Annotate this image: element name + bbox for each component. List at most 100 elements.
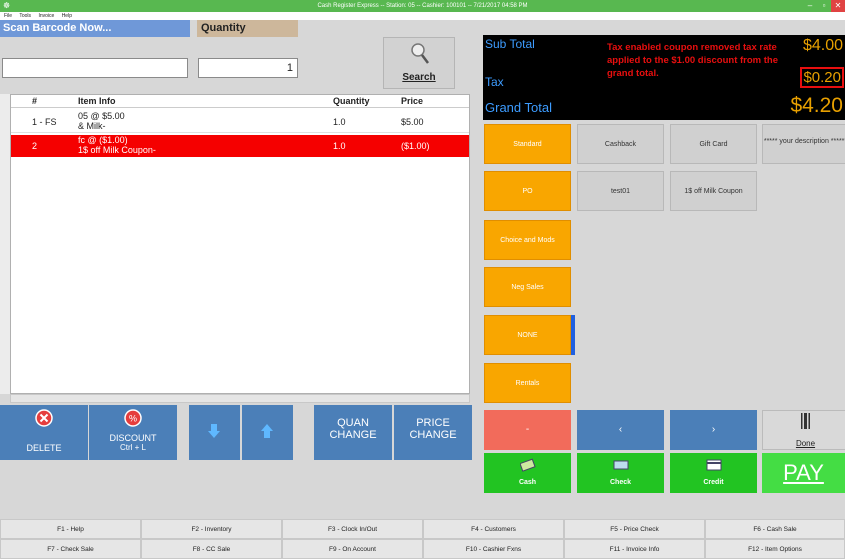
f2-inventory-button[interactable]: F2 - Inventory [141,519,282,539]
table-row[interactable]: 1 - FS 05 @ $5.00 & Milk- 1.0 $5.00 [11,111,469,133]
subtotal-label: Sub Total [485,37,535,51]
totals-display: Sub Total Tax Grand Total Tax enabled co… [483,35,845,120]
f9-on-account-button[interactable]: F9 - On Account [282,539,423,559]
pay-button[interactable]: PAY [762,453,845,493]
price-change-line1: PRICE [416,417,450,429]
f3-clock-button[interactable]: F3 - Clock In/Out [282,519,423,539]
cash-label: Cash [518,479,537,486]
percent-icon: % [124,409,142,427]
menu-file[interactable]: File [4,13,12,19]
category-none-button[interactable]: NONE [484,315,571,355]
item-grid[interactable]: # Item Info Quantity Price 1 - FS 05 @ $… [10,94,470,394]
col-header-quantity: Quantity [333,96,370,108]
row-quantity: 1.0 [333,117,346,127]
cash-icon [520,458,536,472]
delete-icon [35,409,53,427]
grand-total-label: Grand Total [485,100,552,115]
horizontal-scrollbar[interactable] [10,394,470,403]
svg-text:%: % [129,414,137,424]
app-icon: ☸ [3,1,11,10]
next-page-button[interactable]: › [670,410,757,450]
quantity-change-button[interactable]: QUAN CHANGE [314,405,392,460]
discount-shortcut: Ctrl + L [119,443,146,452]
function-key-bar: F1 - Help F2 - Inventory F3 - Clock In/O… [0,519,845,559]
check-label: Check [609,479,631,486]
price-change-button[interactable]: PRICE CHANGE [394,405,472,460]
col-header-item-info: Item Info [78,96,116,108]
f7-check-sale-button[interactable]: F7 - Check Sale [0,539,141,559]
row-item-line1: 05 @ $5.00 [78,111,125,121]
credit-label: Credit [703,479,724,486]
f12-item-options-button[interactable]: F12 - Item Options [705,539,845,559]
f1-help-button[interactable]: F1 - Help [0,519,141,539]
cash-button[interactable]: Cash [484,453,571,493]
row-number: 1 - FS [32,117,57,127]
col-header-price: Price [401,96,424,108]
f10-cashier-fxns-button[interactable]: F10 - Cashier Fxns [423,539,564,559]
delete-label: DELETE [26,443,62,453]
credit-button[interactable]: Credit [670,453,757,493]
coupon-tax-message: Tax enabled coupon removed tax rate appl… [607,42,779,79]
minimize-button[interactable]: – [803,0,817,12]
selected-category-indicator [571,315,575,355]
test01-button[interactable]: test01 [577,171,664,211]
scan-barcode-label: Scan Barcode Now... [0,20,190,37]
credit-card-icon [706,459,722,471]
milk-coupon-button[interactable]: 1$ off Milk Coupon [670,171,757,211]
menu-bar: File Tools Invoice Help [0,12,845,20]
remove-button[interactable]: - [484,410,571,450]
close-button[interactable]: ✕ [831,0,845,12]
discount-label: DISCOUNT [109,433,157,443]
quantity-label: Quantity [197,20,298,37]
row-item-line2: 1$ off Milk Coupon- [78,145,156,155]
row-price: ($1.00) [401,141,430,151]
category-po-button[interactable]: PO [484,171,571,211]
move-up-button[interactable] [242,405,293,460]
quan-change-line2: CHANGE [329,429,377,441]
tax-label: Tax [485,75,504,89]
category-neg-sales-button[interactable]: Neg Sales [484,267,571,307]
f8-cc-sale-button[interactable]: F8 - CC Sale [141,539,282,559]
check-icon [613,460,629,470]
check-button[interactable]: Check [577,453,664,493]
search-label: Search [402,72,436,83]
search-button[interactable]: Search [383,37,455,89]
quantity-input[interactable]: 1 [198,58,298,78]
move-down-button[interactable] [189,405,240,460]
gift-card-button[interactable]: Gift Card [670,124,757,164]
title-bar: ☸ Cash Register Express -- Station: 05 -… [0,0,845,12]
maximize-button[interactable]: ▫ [817,0,831,12]
row-price: $5.00 [401,117,424,127]
row-indicator-column [0,94,10,394]
grand-total-value: $4.20 [790,94,843,117]
arrow-up-icon [261,424,273,438]
pos-window: ☸ Cash Register Express -- Station: 05 -… [0,0,845,559]
arrow-down-icon [208,424,220,438]
discount-button[interactable]: % DISCOUNT Ctrl + L [89,405,177,460]
previous-page-button[interactable]: ‹ [577,410,664,450]
delete-button[interactable]: DELETE [0,405,88,460]
menu-invoice[interactable]: Invoice [38,13,54,19]
menu-help[interactable]: Help [62,13,72,19]
tax-value: $0.20 [800,67,844,88]
cashback-button[interactable]: Cashback [577,124,664,164]
f11-invoice-info-button[interactable]: F11 - Invoice Info [564,539,705,559]
price-change-line2: CHANGE [409,429,457,441]
row-item-line1: fc @ ($1.00) [78,135,128,145]
custom-description-button[interactable]: ***** your description ****** [762,124,845,164]
f6-cash-sale-button[interactable]: F6 - Cash Sale [705,519,845,539]
window-title: Cash Register Express -- Station: 05 -- … [317,3,528,9]
f5-price-check-button[interactable]: F5 - Price Check [564,519,705,539]
category-rentals-button[interactable]: Rentals [484,363,571,403]
row-quantity: 1.0 [333,141,346,151]
menu-tools[interactable]: Tools [19,13,31,19]
subtotal-value: $4.00 [802,37,843,54]
barcode-input[interactable] [2,58,188,78]
table-row-selected[interactable]: 2 fc @ ($1.00) 1$ off Milk Coupon- 1.0 (… [11,135,469,157]
row-number: 2 [32,141,38,151]
done-button[interactable]: Done [762,410,845,450]
category-standard-button[interactable]: Standard [484,124,571,164]
f4-customers-button[interactable]: F4 - Customers [423,519,564,539]
row-item-line2: & Milk- [78,121,106,131]
category-choice-mods-button[interactable]: Choice and Mods [484,220,571,260]
